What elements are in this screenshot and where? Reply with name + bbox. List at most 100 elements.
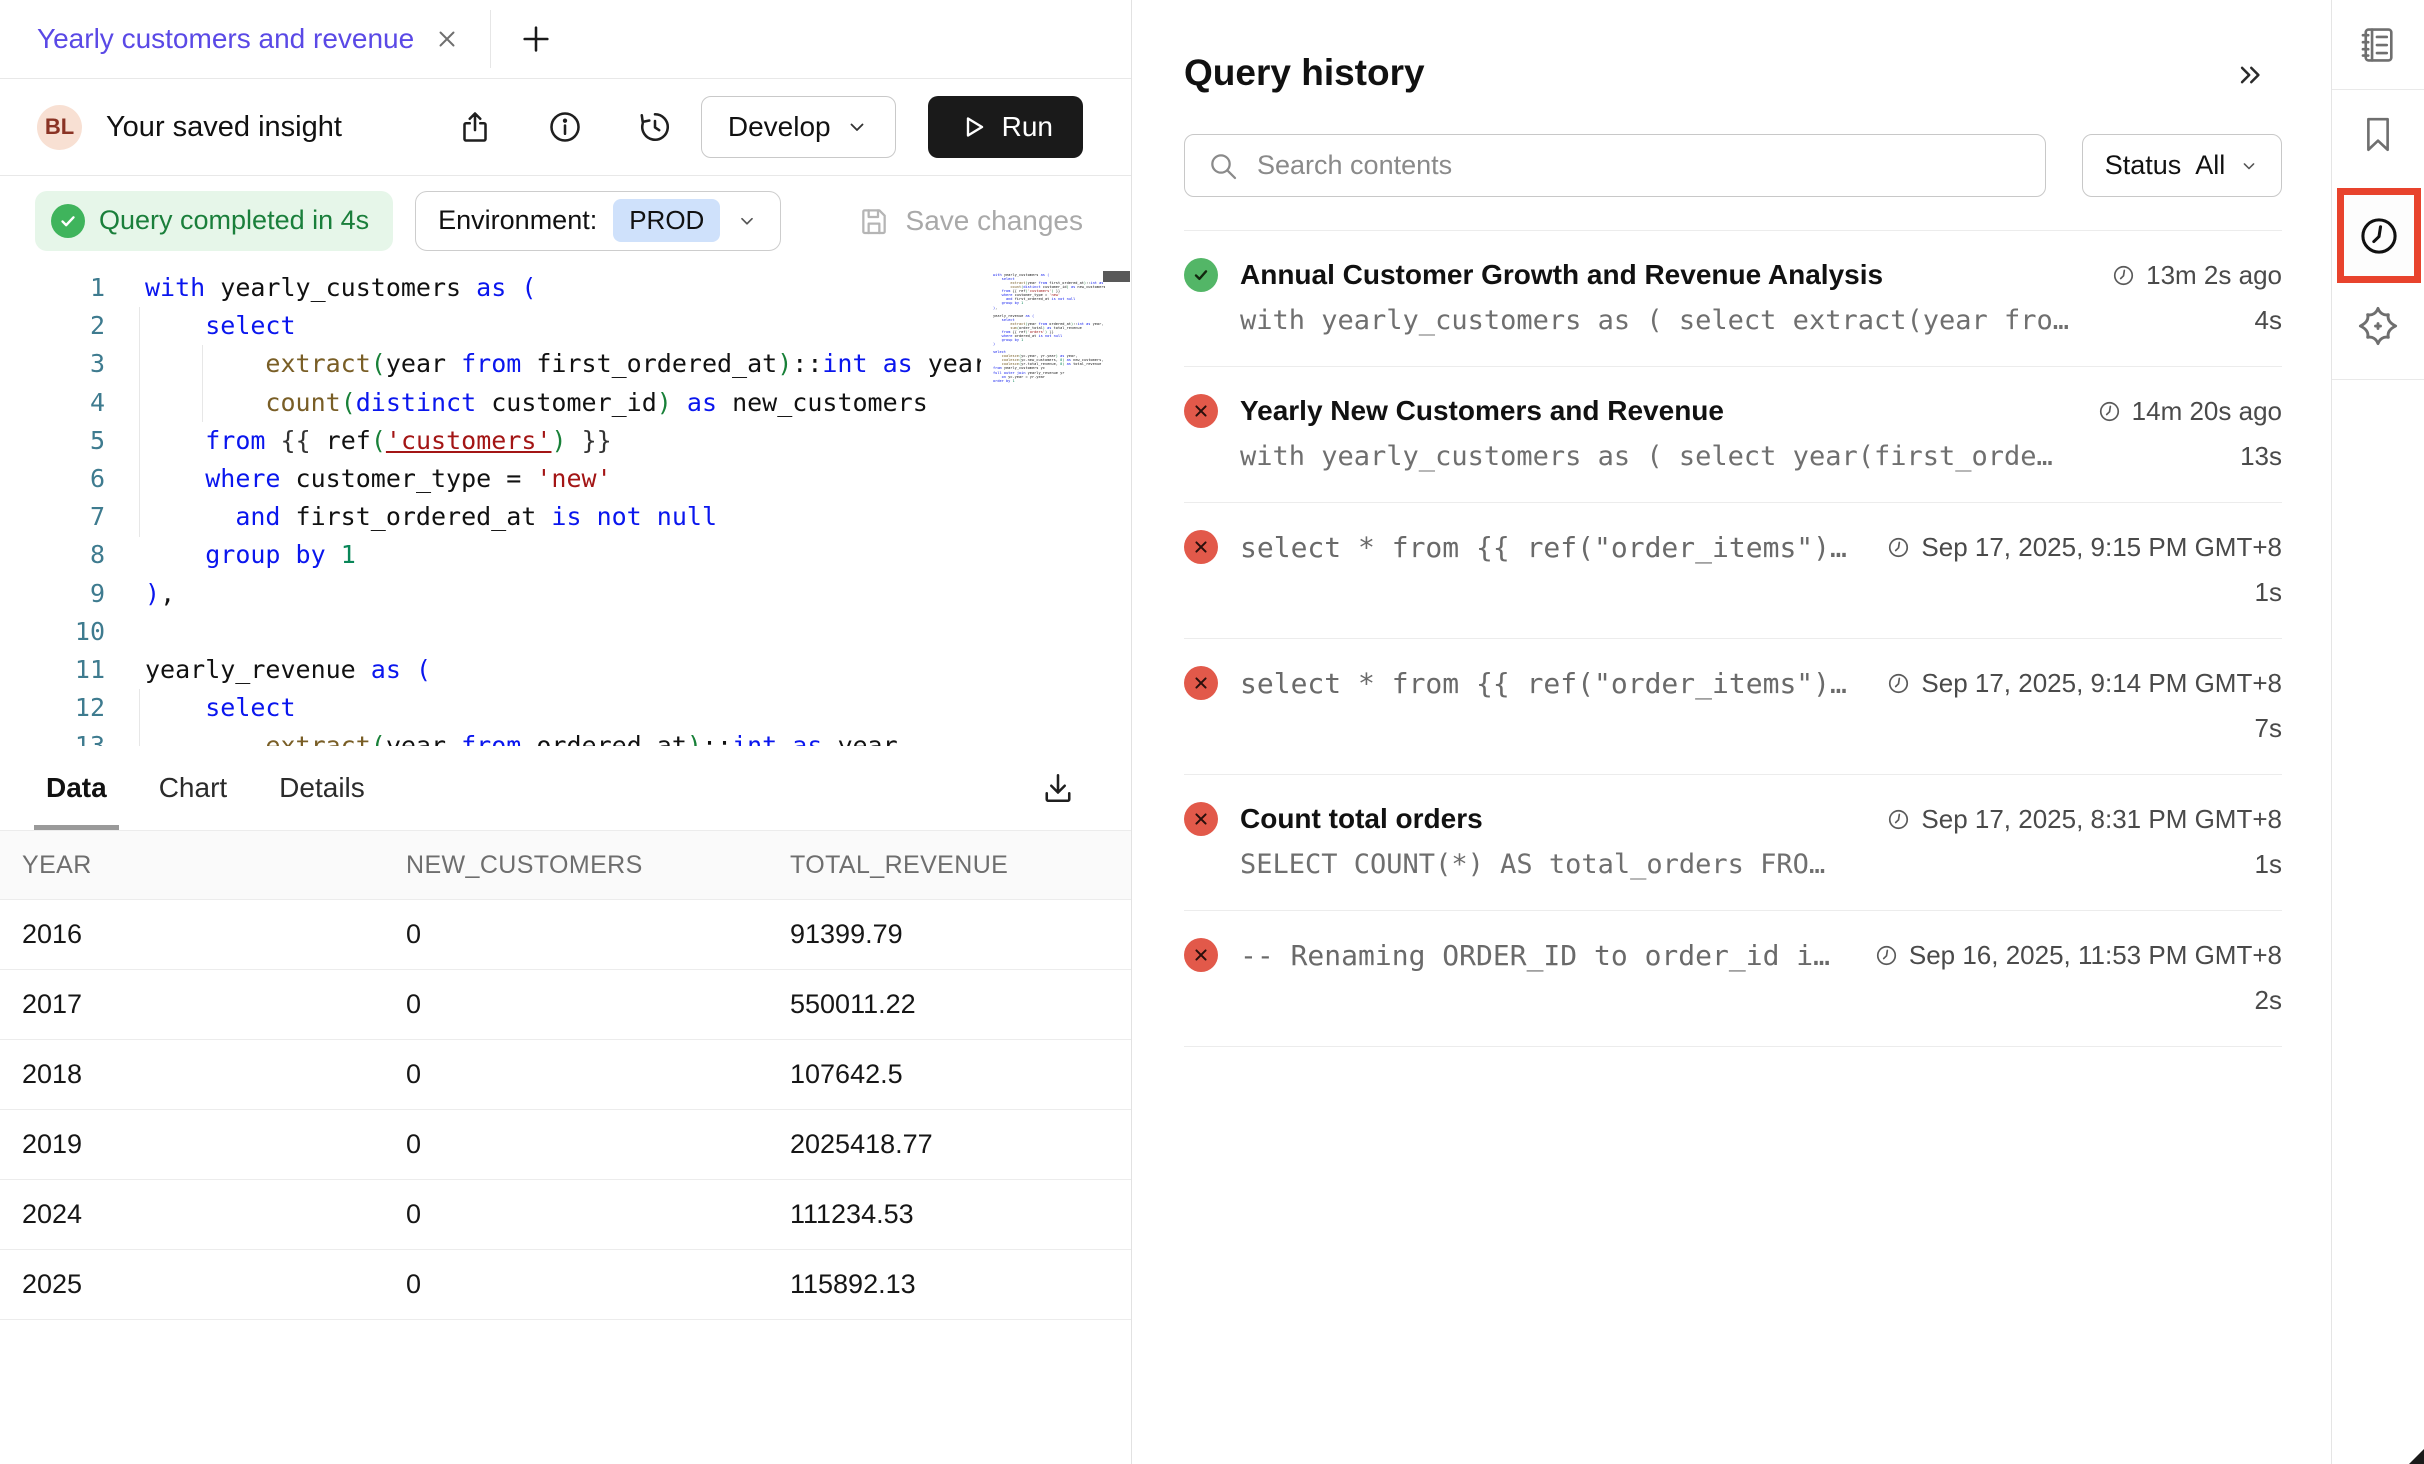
query-history-item[interactable]: select * from {{ ref("order_items")…Sep … — [1184, 503, 2282, 639]
table-row: 20240111234.53 — [0, 1180, 1131, 1250]
query-history-item[interactable]: Count total orders Sep 17, 2025, 8:31 PM … — [1184, 775, 2282, 911]
results-tab-chart[interactable]: Chart — [147, 746, 239, 830]
run-button[interactable]: Run — [928, 96, 1083, 158]
editor-code[interactable]: with yearly_customers as ( select extrac… — [145, 269, 981, 746]
query-history-item-duration: 7s — [2255, 713, 2282, 744]
code-line[interactable]: with yearly_customers as ( — [145, 269, 981, 307]
table-cell: 2017 — [22, 989, 406, 1020]
collapse-panel-icon[interactable] — [2231, 56, 2269, 94]
table-row: 20250115892.13 — [0, 1250, 1131, 1320]
query-history-item-duration: 2s — [2255, 985, 2282, 1016]
download-icon[interactable] — [1040, 770, 1076, 806]
table-cell: 0 — [406, 989, 790, 1020]
code-line[interactable]: where customer_type = 'new' — [145, 460, 981, 498]
tab-yearly-customers-and-revenue[interactable]: Yearly customers and revenue — [0, 0, 490, 78]
code-line[interactable]: from {{ ref('customers') }} — [145, 422, 981, 460]
environment-value-badge: PROD — [613, 199, 720, 242]
save-icon — [858, 205, 890, 237]
query-history-item-preview: with yearly_customers as ( select extrac… — [1240, 305, 2069, 336]
code-line[interactable]: yearly_revenue as ( — [145, 651, 981, 689]
error-x-icon — [1184, 530, 1218, 564]
code-line[interactable]: select — [145, 689, 981, 727]
code-line[interactable]: and first_ordered_at is not null — [145, 498, 981, 536]
notebook-icon[interactable] — [2357, 24, 2399, 66]
chevron-down-icon — [2239, 156, 2259, 176]
line-number: 4 — [0, 384, 105, 422]
query-history-item-time: Sep 16, 2025, 11:53 PM GMT+8 — [1854, 940, 2282, 971]
run-label: Run — [1002, 111, 1053, 143]
code-line[interactable] — [145, 613, 981, 651]
editor-minimap[interactable]: with yearly_customers as ( select extrac… — [993, 273, 1105, 383]
code-line[interactable]: group by 1 — [145, 536, 981, 574]
line-number: 6 — [0, 460, 105, 498]
query-history-rail-button[interactable] — [2337, 188, 2421, 283]
code-line[interactable]: select — [145, 307, 981, 345]
code-line[interactable]: ), — [145, 575, 981, 613]
column-header: TOTAL_REVENUE — [790, 851, 1131, 880]
code-line[interactable]: extract(year from ordered_at)::int as ye… — [145, 727, 981, 746]
table-row: 2016091399.79 — [0, 900, 1131, 970]
line-number: 9 — [0, 575, 105, 613]
table-cell: 2025418.77 — [790, 1129, 1131, 1160]
sql-editor[interactable]: 12345678910111213 with yearly_customers … — [0, 265, 1131, 746]
table-row: 20170550011.22 — [0, 970, 1131, 1040]
results-tab-data[interactable]: Data — [34, 746, 119, 830]
line-number: 1 — [0, 269, 105, 307]
error-x-icon — [1184, 802, 1218, 836]
save-changes-button[interactable]: Save changes — [858, 205, 1083, 237]
query-history-item-time: Sep 17, 2025, 9:14 PM GMT+8 — [1866, 668, 2282, 699]
share-icon[interactable] — [457, 109, 493, 145]
results-tab-bar: Data Chart Details — [0, 746, 1131, 830]
version-history-icon[interactable] — [637, 109, 673, 145]
line-number: 12 — [0, 689, 105, 727]
save-changes-label: Save changes — [906, 205, 1083, 237]
query-history-item-duration: 13s — [2240, 441, 2282, 472]
query-history-item[interactable]: select * from {{ ref("order_items")… Sep … — [1184, 639, 2282, 775]
table-body: 2016091399.7920170550011.2220180107642.5… — [0, 900, 1131, 1320]
chevron-down-icon — [845, 115, 869, 139]
line-number: 5 — [0, 422, 105, 460]
results-tab-details[interactable]: Details — [267, 746, 377, 830]
table-cell: 107642.5 — [790, 1059, 1131, 1090]
clock-icon — [2356, 213, 2402, 259]
query-history-item-time: 14m 20s ago — [2077, 396, 2282, 427]
search-input[interactable] — [1257, 150, 2023, 181]
bookmark-icon[interactable] — [2357, 113, 2399, 155]
develop-label: Develop — [728, 111, 831, 143]
table-header: YEARNEW_CUSTOMERSTOTAL_REVENUE — [0, 830, 1131, 900]
error-x-icon — [1184, 394, 1218, 428]
code-line[interactable]: count(distinct customer_id) as new_custo… — [145, 384, 981, 422]
query-history-title: Query history — [1184, 52, 2282, 94]
rail-divider — [2332, 89, 2424, 90]
error-x-icon — [1184, 666, 1218, 700]
info-icon[interactable] — [547, 109, 583, 145]
query-history-panel: Query history Status All Annual Customer… — [1132, 0, 2331, 1464]
query-history-item-title: Count total orders — [1240, 803, 1483, 835]
table-row: 201902025418.77 — [0, 1110, 1131, 1180]
line-number: 10 — [0, 613, 105, 651]
code-line[interactable]: extract(year from first_ordered_at)::int… — [145, 345, 981, 383]
table-cell: 111234.53 — [790, 1199, 1131, 1230]
tab-separator — [490, 10, 491, 68]
query-history-item[interactable]: -- Renaming ORDER_ID to order_id i…Sep 1… — [1184, 911, 2282, 1047]
table-row: 20180107642.5 — [0, 1040, 1131, 1110]
lineage-icon[interactable] — [2355, 303, 2401, 349]
line-number: 13 — [0, 727, 105, 746]
status-filter-dropdown[interactable]: Status All — [2082, 134, 2282, 197]
develop-dropdown[interactable]: Develop — [701, 96, 896, 158]
new-tab-button[interactable] — [519, 22, 553, 56]
avatar: BL — [37, 105, 82, 150]
query-history-item[interactable]: Annual Customer Growth and Revenue Analy… — [1184, 231, 2282, 367]
table-cell: 2024 — [22, 1199, 406, 1230]
tab-close-icon[interactable] — [434, 26, 460, 52]
query-history-item-time: Sep 17, 2025, 8:31 PM GMT+8 — [1866, 804, 2282, 835]
query-history-item-title: select * from {{ ref("order_items")… — [1240, 667, 1847, 700]
environment-dropdown[interactable]: Environment: PROD — [415, 191, 781, 251]
query-history-item[interactable]: Yearly New Customers and Revenue14m 20s … — [1184, 367, 2282, 503]
editor-scrollbar-thumb[interactable] — [1103, 271, 1130, 282]
table-cell: 2018 — [22, 1059, 406, 1090]
column-header: YEAR — [22, 851, 406, 880]
line-number: 7 — [0, 498, 105, 536]
query-history-item-title: select * from {{ ref("order_items")… — [1240, 531, 1847, 564]
editor-gutter: 12345678910111213 — [0, 269, 105, 746]
